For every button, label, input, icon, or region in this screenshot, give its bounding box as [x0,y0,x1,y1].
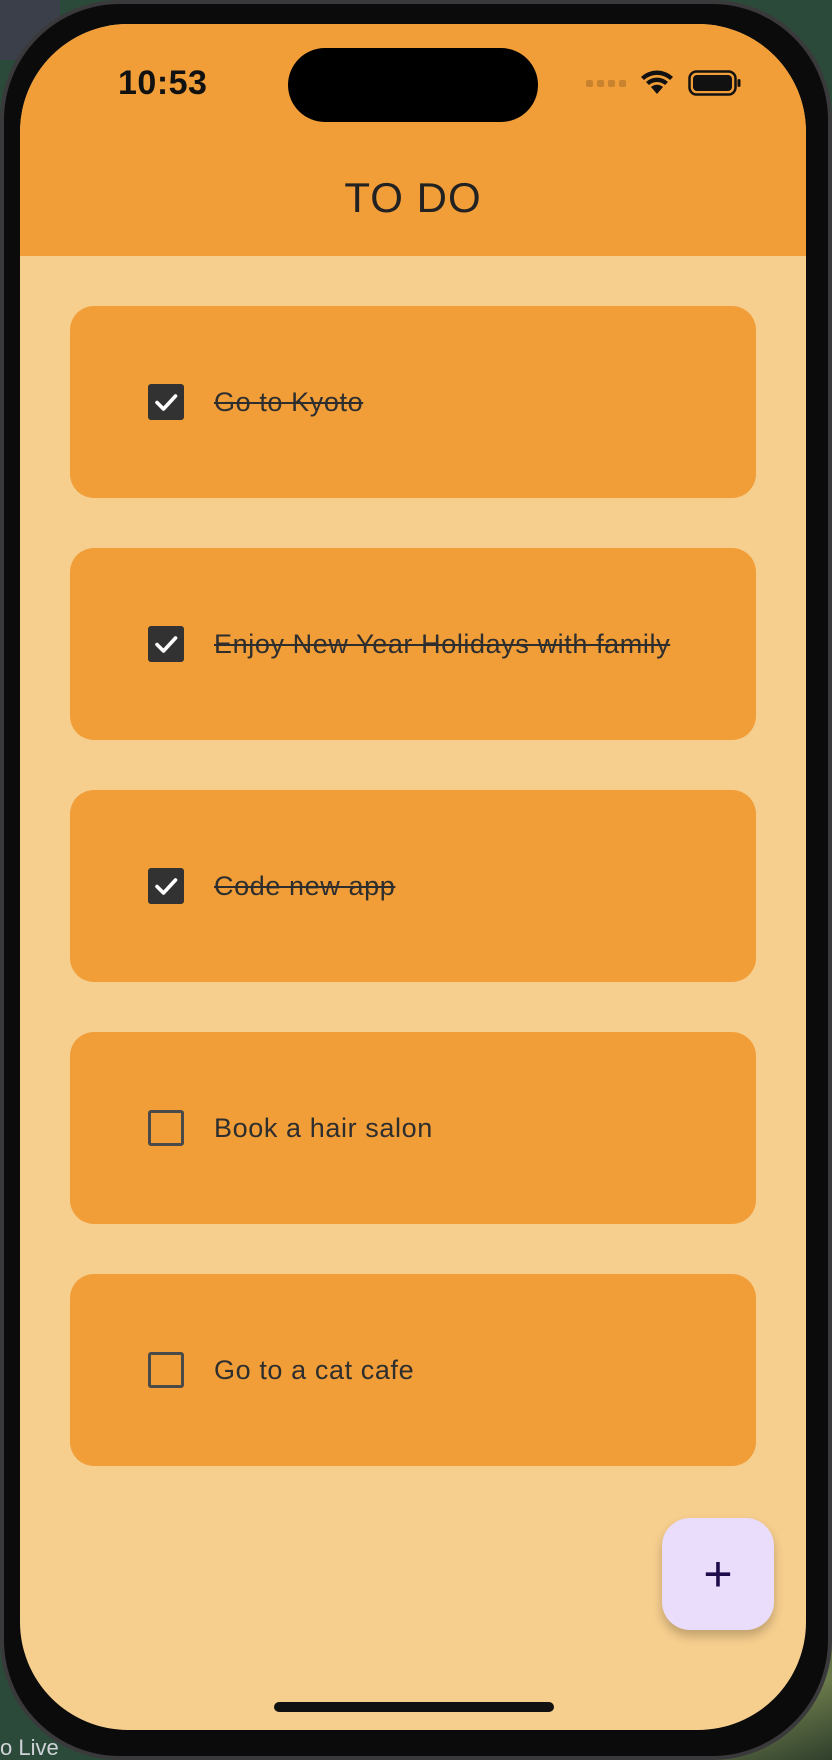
checkbox-unchecked[interactable] [148,1110,184,1146]
home-indicator[interactable] [274,1702,554,1712]
background-caption: o Live [0,1735,59,1760]
todo-item[interactable]: Go to Kyoto [70,306,756,498]
checkbox-unchecked[interactable] [148,1352,184,1388]
status-time: 10:53 [118,64,208,102]
todo-item[interactable]: Go to a cat cafe [70,1274,756,1466]
checkmark-icon [155,878,178,895]
page-title: TO DO [344,174,482,221]
status-icons [586,70,742,96]
phone-frame: 10:53 TO DO Go to Kyoto Enjoy New Year H… [0,0,832,1760]
checkbox-checked[interactable] [148,868,184,904]
checkmark-icon [155,394,178,411]
app-bar: 10:53 TO DO [20,24,806,256]
todo-label: Book a hair salon [214,1112,433,1143]
add-todo-button[interactable]: + [662,1518,774,1630]
checkmark-icon [155,636,178,653]
todo-item[interactable]: Enjoy New Year Holidays with family [70,548,756,740]
todo-label: Code new app [214,870,396,901]
todo-item[interactable]: Code new app [70,790,756,982]
dynamic-island [288,48,538,122]
todo-list: Go to Kyoto Enjoy New Year Holidays with… [70,306,756,1516]
cellular-signal-icon [586,79,626,87]
checkbox-checked[interactable] [148,384,184,420]
wifi-icon [640,70,674,96]
todo-item[interactable]: Book a hair salon [70,1032,756,1224]
todo-label: Enjoy New Year Holidays with family [214,628,671,659]
todo-label: Go to Kyoto [214,386,364,417]
checkbox-checked[interactable] [148,626,184,662]
battery-icon [688,70,742,96]
plus-icon: + [703,1546,733,1602]
todo-label: Go to a cat cafe [214,1354,415,1385]
app-screen: 10:53 TO DO Go to Kyoto Enjoy New Year H… [20,24,806,1730]
